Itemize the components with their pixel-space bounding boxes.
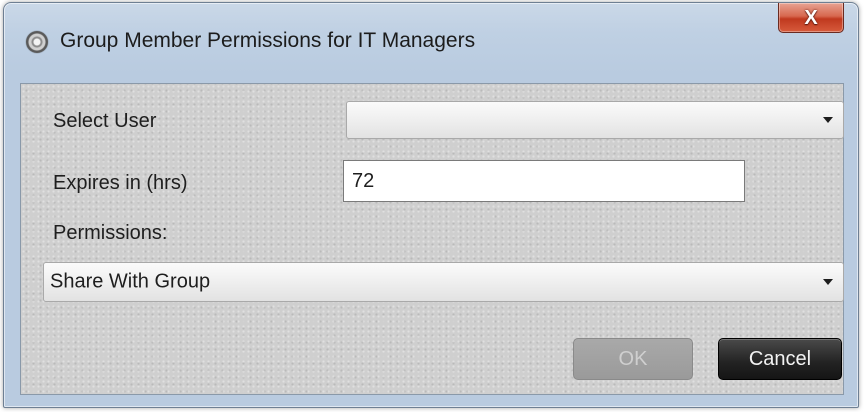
select-user-label: Select User [53,110,157,132]
dialog-content: Select User Expires in (hrs) Permissions… [20,83,844,395]
permissions-value: Share With Group [50,270,211,293]
cancel-button[interactable]: Cancel [718,338,842,380]
title-bar[interactable]: Group Member Permissions for IT Managers… [4,3,858,81]
select-user-dropdown[interactable] [346,101,844,139]
chevron-down-icon [823,117,833,123]
app-icon [26,31,48,53]
ok-button-label: OK [618,347,648,370]
close-button[interactable]: X [778,3,844,33]
expires-label: Expires in (hrs) [53,172,188,194]
permissions-label: Permissions: [53,222,168,244]
close-icon: X [804,6,818,29]
cancel-button-label: Cancel [748,347,812,370]
chevron-down-icon [823,279,833,285]
permissions-dialog: Group Member Permissions for IT Managers… [3,2,859,408]
dialog-title: Group Member Permissions for IT Managers [60,29,476,52]
permissions-dropdown[interactable]: Share With Group [43,262,844,302]
ok-button[interactable]: OK [573,338,693,380]
expires-hours-field[interactable] [343,160,745,202]
